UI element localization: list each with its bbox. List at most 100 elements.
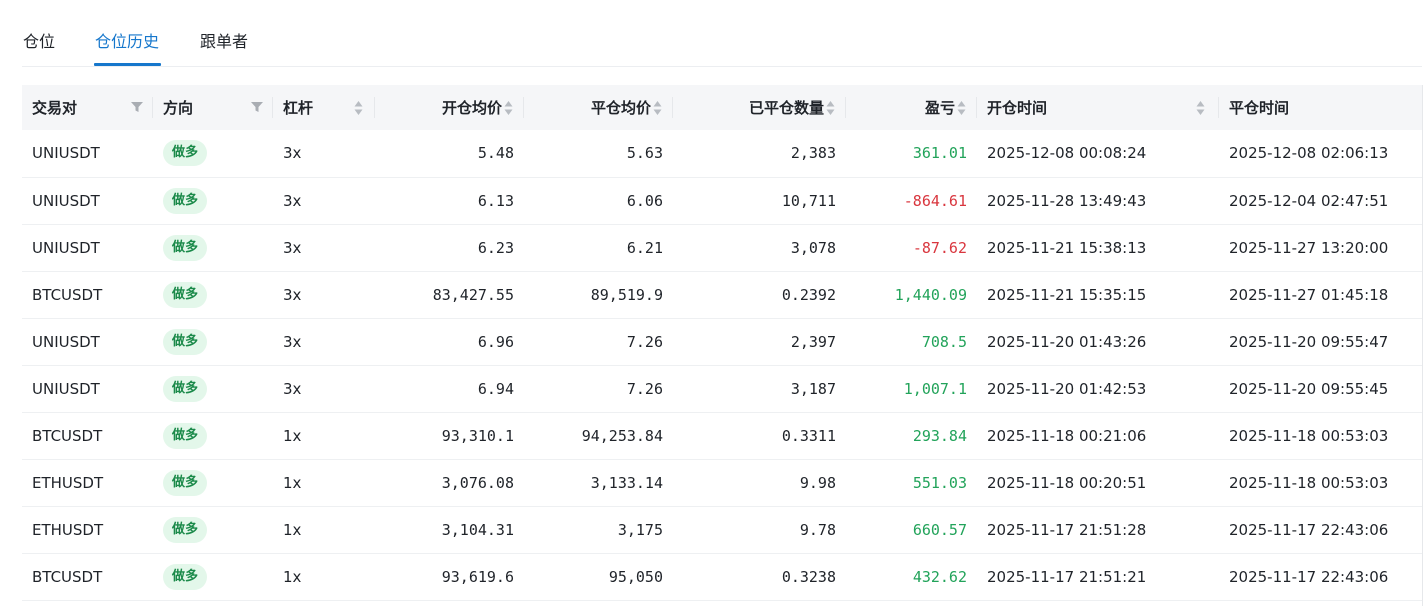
table-row[interactable]: ETHUSDT 做多 1x 3,076.08 3,133.14 9.98 551… <box>22 459 1422 507</box>
cell-closed-qty: 0.3238 <box>673 553 846 601</box>
cell-close-time: 2025-11-18 00:53:03 <box>1219 412 1422 460</box>
sort-icon[interactable] <box>504 100 513 116</box>
cell-closed-qty: 0.2392 <box>673 271 846 319</box>
cell-pair: UNIUSDT <box>22 224 153 272</box>
table-row[interactable]: ETHUSDT 做多 1x 3,104.31 3,175 9.78 660.57… <box>22 506 1422 554</box>
cell-open-price: 5.48 <box>375 130 524 178</box>
tab-position-history[interactable]: 仓位历史 <box>95 28 159 52</box>
header-closed-qty-label: 已平仓数量 <box>748 99 824 117</box>
side-badge: 做多 <box>163 281 208 308</box>
table-row[interactable]: UNIUSDT 做多 3x 6.13 6.06 10,711 -864.61 2… <box>22 177 1422 225</box>
side-badge: 做多 <box>163 187 208 214</box>
cell-pair: ETHUSDT <box>22 459 153 507</box>
header-leverage-label: 杠杆 <box>283 99 314 117</box>
header-close-price[interactable]: 平仓均价 <box>524 85 673 130</box>
side-badge: 做多 <box>163 375 208 402</box>
header-closed-qty[interactable]: 已平仓数量 <box>673 85 846 130</box>
position-history-table-container[interactable]: 交易对 方向 杠杆 开仓均价 平仓均价 已平仓数量 盈亏 开仓时间 平仓时间 U… <box>22 85 1422 606</box>
sort-icon[interactable] <box>957 100 966 116</box>
table-row[interactable]: BTCUSDT 做多 1x 93,310.1 94,253.84 0.3311 … <box>22 412 1422 460</box>
cell-close-time: 2025-11-27 13:20:00 <box>1219 224 1422 272</box>
cell-leverage: 3x <box>273 177 375 225</box>
cell-leverage: 3x <box>273 271 375 319</box>
cell-pnl: -87.62 <box>846 224 977 272</box>
cell-close-time: 2025-11-18 00:53:03 <box>1219 459 1422 507</box>
cell-closed-qty: 2,383 <box>673 130 846 178</box>
header-pair: 交易对 <box>22 85 153 130</box>
side-badge: 做多 <box>163 563 208 590</box>
cell-close-price: 3,175 <box>524 506 673 554</box>
cell-leverage: 1x <box>273 459 375 507</box>
cell-open-price: 3,076.08 <box>375 459 524 507</box>
cell-side: 做多 <box>153 506 273 554</box>
cell-close-price: 89,519.9 <box>524 271 673 319</box>
cell-side: 做多 <box>153 412 273 460</box>
cell-close-price: 95,050 <box>524 553 673 601</box>
cell-closed-qty: 3,078 <box>673 224 846 272</box>
cell-close-price: 6.06 <box>524 177 673 225</box>
cell-open-time: 2025-11-28 13:49:43 <box>977 177 1219 225</box>
side-badge: 做多 <box>163 516 208 543</box>
table-row[interactable]: UNIUSDT 做多 3x 5.48 5.63 2,383 361.01 202… <box>22 130 1422 178</box>
cell-open-time: 2025-11-21 15:38:13 <box>977 224 1219 272</box>
table-row[interactable]: BTCUSDT 做多 1x 93,619.6 95,050 0.3238 432… <box>22 553 1422 601</box>
cell-open-price: 93,310.1 <box>375 412 524 460</box>
header-open-price[interactable]: 开仓均价 <box>375 85 524 130</box>
sort-icon[interactable] <box>826 100 835 116</box>
cell-closed-qty: 10,711 <box>673 177 846 225</box>
header-pnl[interactable]: 盈亏 <box>846 85 977 130</box>
cell-close-time: 2025-12-04 02:47:51 <box>1219 177 1422 225</box>
table-row[interactable]: UNIUSDT 做多 3x 6.96 7.26 2,397 708.5 2025… <box>22 318 1422 366</box>
cell-side: 做多 <box>153 318 273 366</box>
cell-pair: UNIUSDT <box>22 365 153 413</box>
cell-open-time: 2025-11-17 21:51:21 <box>977 553 1219 601</box>
table-row[interactable]: BTCUSDT 做多 3x 83,427.55 89,519.9 0.2392 … <box>22 271 1422 319</box>
cell-open-price: 6.13 <box>375 177 524 225</box>
cell-side: 做多 <box>153 130 273 178</box>
header-pnl-label: 盈亏 <box>924 99 955 117</box>
cell-leverage: 1x <box>273 506 375 554</box>
cell-pnl: -864.61 <box>846 177 977 225</box>
cell-open-time: 2025-11-21 15:35:15 <box>977 271 1219 319</box>
header-open-time[interactable]: 开仓时间 <box>977 85 1219 130</box>
sort-icon[interactable] <box>354 100 363 116</box>
header-side: 方向 <box>153 85 273 130</box>
cell-open-price: 93,619.6 <box>375 553 524 601</box>
cell-pair: UNIUSDT <box>22 318 153 366</box>
cell-closed-qty: 2,397 <box>673 318 846 366</box>
cell-open-price: 6.96 <box>375 318 524 366</box>
cell-close-price: 6.21 <box>524 224 673 272</box>
cell-leverage: 1x <box>273 553 375 601</box>
cell-close-time: 2025-11-20 09:55:47 <box>1219 318 1422 366</box>
sort-icon[interactable] <box>653 100 662 116</box>
cell-open-time: 2025-11-20 01:43:26 <box>977 318 1219 366</box>
header-close-price-label: 平仓均价 <box>590 99 651 117</box>
header-close-time-label: 平仓时间 <box>1229 99 1290 117</box>
side-badge: 做多 <box>163 422 208 449</box>
cell-side: 做多 <box>153 177 273 225</box>
cell-closed-qty: 0.3311 <box>673 412 846 460</box>
tab-positions[interactable]: 仓位 <box>23 28 55 52</box>
cell-side: 做多 <box>153 459 273 507</box>
cell-open-time: 2025-11-18 00:20:51 <box>977 459 1219 507</box>
header-side-label: 方向 <box>163 99 194 117</box>
filter-icon[interactable] <box>131 101 143 113</box>
cell-pnl: 293.84 <box>846 412 977 460</box>
cell-open-price: 6.23 <box>375 224 524 272</box>
header-leverage[interactable]: 杠杆 <box>273 85 375 130</box>
filter-icon[interactable] <box>251 101 263 113</box>
active-tab-indicator <box>94 63 161 66</box>
cell-pair: BTCUSDT <box>22 553 153 601</box>
sort-icon[interactable] <box>1196 100 1205 116</box>
cell-closed-qty: 9.98 <box>673 459 846 507</box>
table-row[interactable]: UNIUSDT 做多 3x 6.94 7.26 3,187 1,007.1 20… <box>22 365 1422 413</box>
cell-close-price: 94,253.84 <box>524 412 673 460</box>
cell-close-time: 2025-11-20 09:55:45 <box>1219 365 1422 413</box>
header-open-time-label: 开仓时间 <box>987 99 1048 117</box>
table-row[interactable]: UNIUSDT 做多 3x 6.23 6.21 3,078 -87.62 202… <box>22 224 1422 272</box>
tab-followers[interactable]: 跟单者 <box>200 28 248 52</box>
cell-pnl: 361.01 <box>846 130 977 178</box>
header-close-time[interactable]: 平仓时间 <box>1219 85 1422 130</box>
cell-pair: UNIUSDT <box>22 130 153 178</box>
cell-open-time: 2025-11-18 00:21:06 <box>977 412 1219 460</box>
